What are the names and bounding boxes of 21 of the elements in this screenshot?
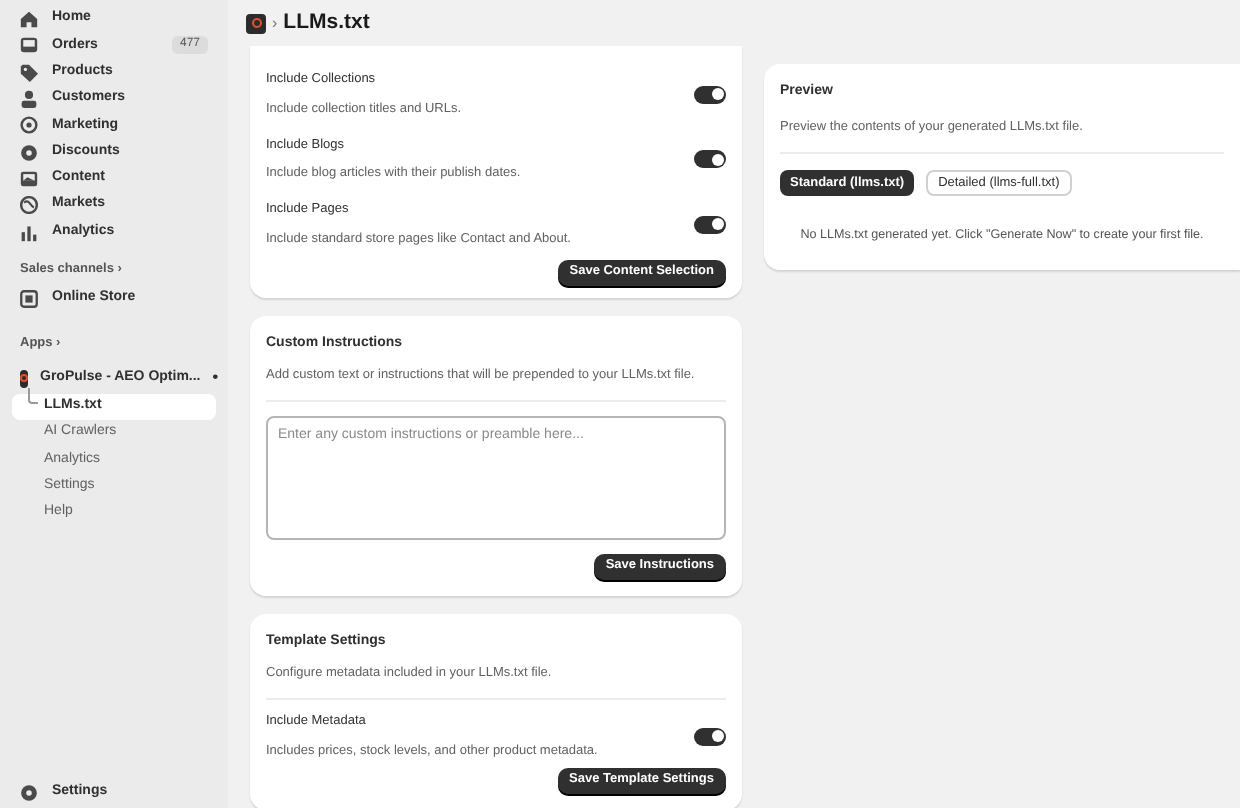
- dot-marker: •: [212, 366, 221, 391]
- target-icon: [20, 116, 38, 135]
- gear-icon: [20, 783, 38, 801]
- app-icon: [246, 13, 266, 33]
- page-title: LLMs.txt: [283, 7, 370, 38]
- tag-icon: [20, 63, 38, 82]
- gear-icon: [20, 143, 38, 162]
- toggle-switch[interactable]: [694, 150, 726, 169]
- house-icon: [20, 10, 38, 29]
- globe-icon: [20, 196, 38, 215]
- bar-chart-icon: [20, 223, 38, 242]
- tree-connector: [28, 387, 38, 404]
- person-icon: [20, 90, 38, 109]
- toggle-switch[interactable]: [694, 215, 726, 234]
- image-icon: [20, 169, 38, 188]
- app-icon: [20, 369, 28, 388]
- tray-icon: [20, 36, 38, 55]
- toggle-switch[interactable]: [694, 85, 726, 104]
- storefront-icon: [20, 289, 38, 308]
- breadcrumb-separator: ›: [272, 11, 278, 35]
- toggle-switch[interactable]: [694, 727, 726, 746]
